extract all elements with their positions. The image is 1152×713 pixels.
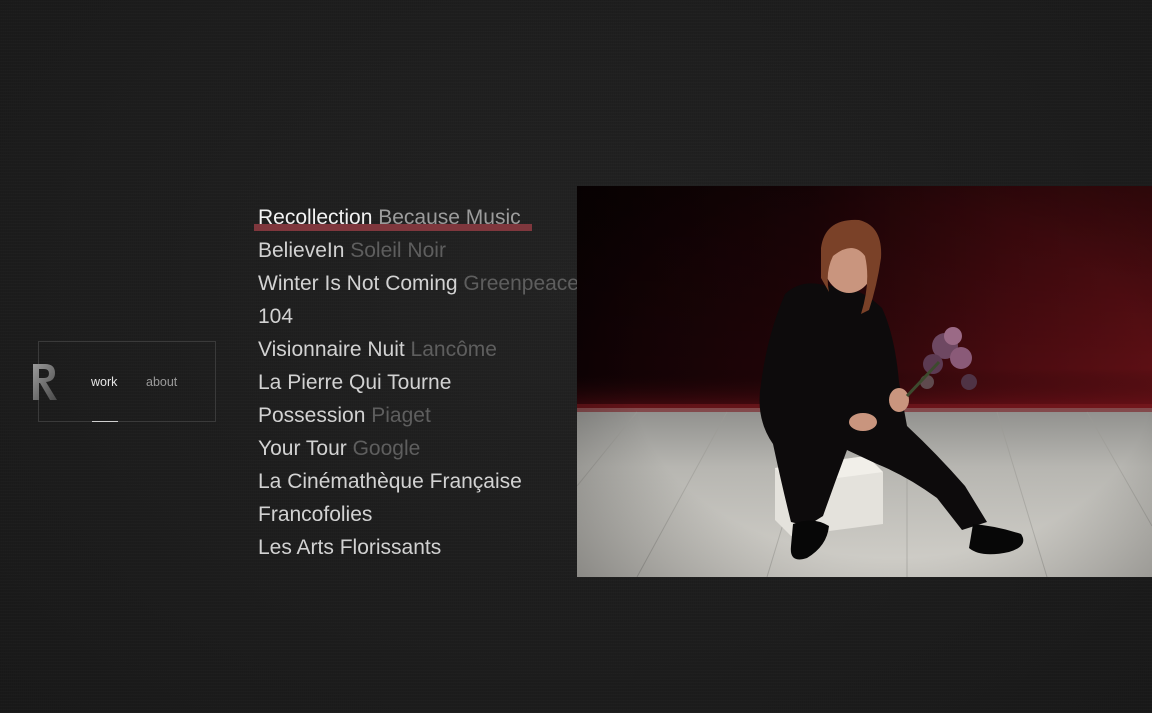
project-item-francofolies[interactable]: Francofolies	[258, 500, 579, 533]
project-title: Possession	[258, 404, 366, 427]
project-item-la-pierre-qui-tourne[interactable]: La Pierre Qui Tourne	[258, 368, 579, 401]
project-title: Les Arts Florissants	[258, 536, 442, 559]
project-title: Francofolies	[258, 503, 373, 526]
project-item-la-cinematheque-francaise[interactable]: La Cinémathèque Française	[258, 467, 579, 500]
project-client: Piaget	[371, 404, 431, 427]
project-title: La Cinémathèque Française	[258, 470, 522, 493]
project-client: Lancôme	[410, 338, 497, 361]
project-title: Visionnaire Nuit	[258, 338, 405, 361]
project-client: Google	[352, 437, 421, 460]
project-item-visionnaire-nuit[interactable]: Visionnaire Nuit Lancôme	[258, 335, 579, 368]
project-item-les-arts-florissants[interactable]: Les Arts Florissants	[258, 533, 579, 566]
project-item-104[interactable]: 104	[258, 302, 579, 335]
nav-panel	[38, 341, 216, 422]
project-title: Recollection	[258, 206, 373, 229]
project-client: Greenpeace	[463, 272, 579, 295]
project-item-recollection[interactable]: Recollection Because Music	[254, 203, 579, 236]
project-preview-image	[577, 186, 1152, 577]
project-title: BelieveIn	[258, 239, 345, 262]
portrait-photo	[577, 186, 1152, 577]
project-title: La Pierre Qui Tourne	[258, 371, 452, 394]
nav-about-link[interactable]: about	[146, 375, 177, 389]
r-monogram-logo-icon[interactable]	[31, 360, 61, 404]
nav-work-link[interactable]: work	[91, 375, 117, 389]
project-item-winter-is-not-coming[interactable]: Winter Is Not Coming Greenpeace	[258, 269, 579, 302]
project-item-believein[interactable]: BelieveIn Soleil Noir	[258, 236, 579, 269]
project-list: Recollection Because Music BelieveIn Sol…	[254, 203, 579, 566]
nav-active-underline	[92, 421, 118, 422]
project-title: Your Tour	[258, 437, 347, 460]
project-item-possession[interactable]: Possession Piaget	[258, 401, 579, 434]
project-title: Winter Is Not Coming	[258, 272, 458, 295]
project-item-your-tour[interactable]: Your Tour Google	[258, 434, 579, 467]
project-client: Soleil Noir	[350, 239, 446, 262]
project-title: 104	[258, 305, 294, 328]
project-client: Because Music	[378, 206, 521, 229]
